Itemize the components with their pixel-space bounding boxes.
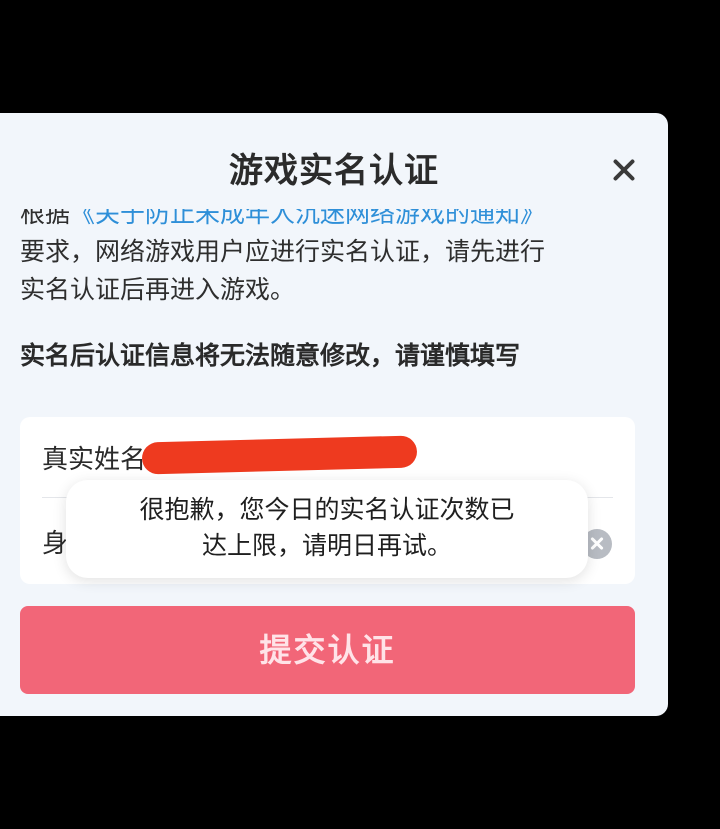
- notice-line-3: 实名认证后再进入游戏。: [20, 275, 296, 304]
- notice-line-1: 根据《关于防止未成年人沉迷网络游戏的通知》: [20, 209, 640, 233]
- submit-button[interactable]: 提交认证: [20, 606, 635, 694]
- warning-text: 实名后认证信息将无法随意修改，请谨慎填写: [20, 341, 521, 370]
- real-name-dialog: 游戏实名认证 根据《关于防止未成年人沉迷网络游戏的通知》 要求，网络游戏用户应进…: [0, 113, 668, 716]
- policy-link[interactable]: 《关于防止未成年人沉迷网络游戏的通知》: [70, 209, 545, 228]
- notice-line-2: 要求，网络游戏用户应进行实名认证，请先进行: [20, 237, 546, 266]
- toast-line-2: 达上限，请明日再试。: [201, 531, 452, 560]
- notice-text: 根据《关于防止未成年人沉迷网络游戏的通知》 要求，网络游戏用户应进行实名认证，请…: [20, 209, 640, 309]
- toast-line-1: 很抱歉，您今日的实名认证次数已: [139, 495, 515, 524]
- dialog-title: 游戏实名认证: [229, 151, 439, 191]
- close-icon[interactable]: [602, 149, 646, 193]
- name-label: 真实姓名: [42, 445, 147, 475]
- error-toast: 很抱歉，您今日的实名认证次数已 达上限，请明日再试。: [66, 480, 588, 578]
- redaction-mark: [141, 435, 418, 475]
- notice-prefix: 根据: [20, 209, 71, 228]
